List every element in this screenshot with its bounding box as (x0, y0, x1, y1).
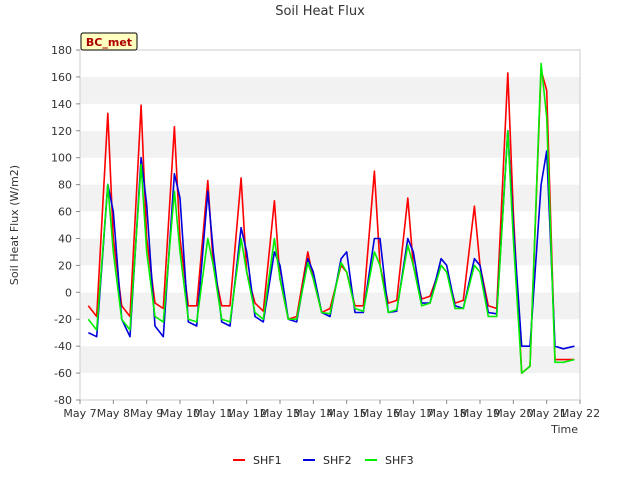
y-tick-label: -80 (54, 394, 72, 407)
legend-label-shf3: SHF3 (385, 454, 414, 467)
grid-band (80, 50, 580, 77)
station-badge-label: BC_met (86, 36, 132, 49)
legend-label-shf1: SHF1 (253, 454, 282, 467)
y-tick-label: 40 (58, 232, 72, 245)
x-tick-label: May 7 (63, 407, 96, 420)
y-tick-label: -20 (54, 313, 72, 326)
y-axis-ticks: -80 -60 -40 -20 0 20 40 60 80 100 120 140 160 180 (51, 44, 80, 407)
grid-band (80, 211, 580, 239)
grid-band (80, 265, 580, 293)
x-tick-label: May 8 (97, 407, 130, 420)
legend: SHF1 SHF2 SHF3 (233, 454, 414, 467)
x-axis-title: Time (550, 423, 578, 436)
x-tick-label: May 9 (130, 407, 163, 420)
y-tick-label: -60 (54, 367, 72, 380)
plot-bands (80, 50, 580, 400)
legend-label-shf2: SHF2 (323, 454, 352, 467)
station-badge: BC_met (80, 32, 138, 51)
y-tick-label: 0 (65, 286, 72, 299)
y-tick-label: 160 (51, 71, 72, 84)
y-tick-label: 120 (51, 125, 72, 138)
y-axis-title: Soil Heat Flux (W/m2) (8, 165, 21, 285)
grid-band (80, 76, 580, 104)
y-tick-label: 20 (58, 259, 72, 272)
y-tick-label: 100 (51, 152, 72, 165)
y-tick-label: 60 (58, 206, 72, 219)
y-tick-label: 80 (58, 179, 72, 192)
y-tick-label: 140 (51, 98, 72, 111)
grid-band (80, 346, 580, 374)
x-tick-label: May 22 (560, 407, 600, 420)
chart-title: Soil Heat Flux (275, 4, 365, 19)
grid-band (80, 238, 580, 266)
y-tick-label: 180 (51, 44, 72, 57)
x-axis-ticks: May 7 May 8 May 9May 10May 11May 12May 13M… (63, 400, 600, 420)
chart: -80 -60 -40 -20 0 20 40 60 80 100 120 140 160 180 May… (8, 4, 600, 467)
grid-band (80, 373, 580, 400)
y-tick-label: -40 (54, 340, 72, 353)
